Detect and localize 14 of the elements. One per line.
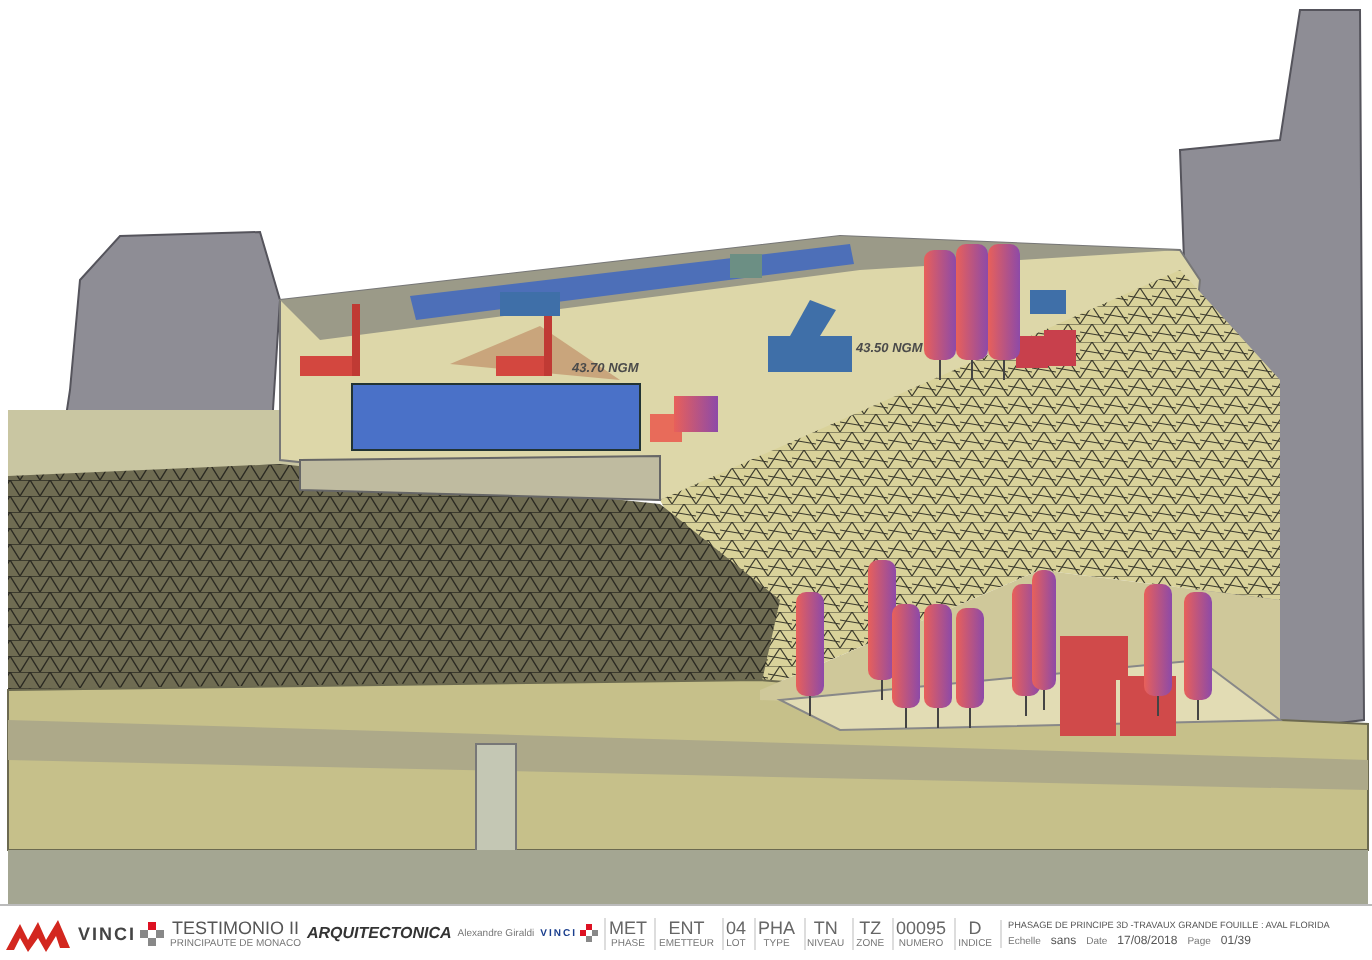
code-value: D [968, 917, 982, 937]
code-value: PHA [758, 917, 796, 937]
code-value: TN [813, 917, 838, 937]
code-value: 00095 [896, 917, 947, 937]
code-value: MET [608, 917, 647, 937]
vinci-wordmark: VINCI [78, 923, 137, 943]
project-name: TESTIMONIO II [171, 917, 299, 937]
code-value: 04 [725, 917, 746, 937]
code-value: TZ [859, 917, 882, 937]
squares-logo-icon [580, 924, 599, 942]
wave-logo-icon [4, 915, 72, 951]
code-value: ENT [668, 917, 705, 937]
squares-logo-icon [140, 921, 165, 945]
architect-name: ARQUITECTONICA [306, 924, 452, 942]
